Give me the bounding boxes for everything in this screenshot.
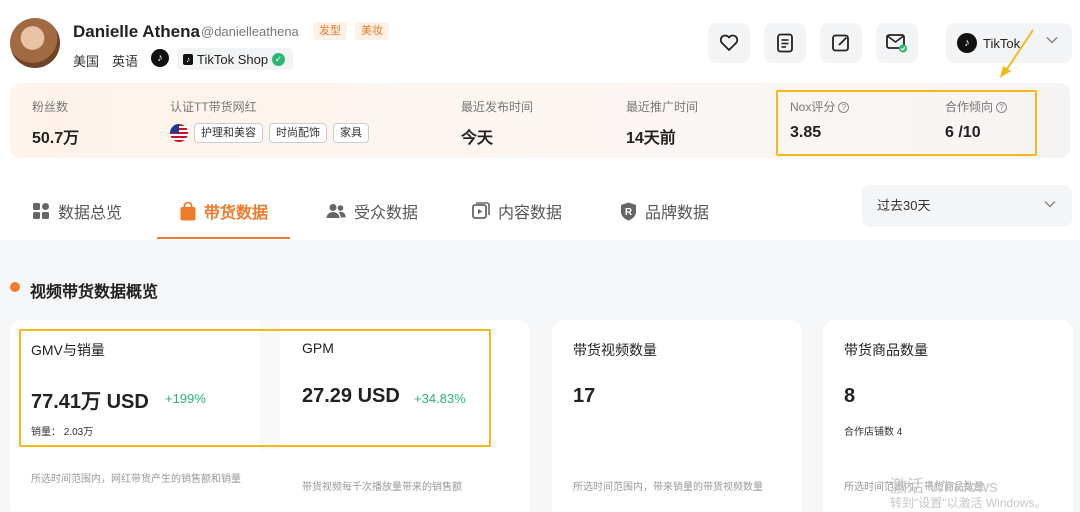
highlight-box bbox=[19, 329, 491, 447]
tab-sales[interactable]: 带货数据 bbox=[180, 182, 268, 240]
section-marker bbox=[10, 282, 20, 292]
tab-audience[interactable]: 受众数据 bbox=[326, 182, 418, 240]
annotation-arrow bbox=[1000, 29, 1034, 78]
tab-label: 数据总览 bbox=[58, 205, 123, 222]
videos-value: 17 bbox=[573, 385, 596, 407]
category-chip: 时尚配饰 bbox=[269, 123, 327, 143]
videos-description: 所选时间范围内，带来销量的带货视频数量 bbox=[573, 482, 763, 493]
svg-text:R: R bbox=[625, 207, 633, 218]
shop-label: TikTok Shop bbox=[197, 51, 269, 67]
document-icon bbox=[777, 33, 793, 53]
gmv-description: 所选时间范围内，网红带货产生的销售额和销量 bbox=[31, 474, 241, 485]
tag-hair: 发型 bbox=[313, 22, 347, 40]
videos-title: 带货视频数量 bbox=[573, 342, 657, 358]
category-chip: 护理和美容 bbox=[194, 123, 263, 143]
active-tab-indicator bbox=[157, 237, 290, 239]
last-promo-label: 最近推广时间 bbox=[626, 100, 699, 114]
gpm-description: 带货视频每千次播放量带来的销售额 bbox=[302, 482, 462, 493]
contact-button[interactable] bbox=[876, 23, 918, 63]
tab-brand[interactable]: R 品牌数据 bbox=[620, 182, 709, 240]
video-icon bbox=[472, 202, 490, 219]
grid-icon bbox=[33, 203, 49, 219]
users-icon bbox=[326, 204, 346, 218]
tiktok-icon[interactable]: ♪ bbox=[151, 49, 169, 67]
followers-label: 粉丝数 bbox=[32, 100, 69, 114]
report-button[interactable] bbox=[764, 23, 806, 63]
activation-watermark-sub: 转到"设置"以激活 Windows。 bbox=[890, 496, 1047, 510]
last-promo-value: 14天前 bbox=[626, 130, 676, 147]
country: 美国 bbox=[73, 54, 100, 69]
last-post-value: 今天 bbox=[461, 130, 494, 147]
tab-label: 带货数据 bbox=[204, 205, 269, 222]
tiktok-icon: ♪ bbox=[957, 33, 977, 53]
tab-label: 受众数据 bbox=[354, 205, 419, 222]
profile-handle: @danielleathena bbox=[201, 24, 299, 39]
tab-content[interactable]: 内容数据 bbox=[472, 182, 562, 240]
tab-label: 品牌数据 bbox=[645, 205, 710, 222]
partner-shops-count: 合作店铺数 4 bbox=[844, 427, 903, 438]
shopping-bag-icon bbox=[180, 201, 196, 220]
followers-value: 50.7万 bbox=[32, 130, 80, 147]
date-range-select[interactable]: 过去30天 bbox=[862, 185, 1072, 227]
tab-overview[interactable]: 数据总览 bbox=[32, 182, 122, 240]
tag-makeup: 美妆 bbox=[355, 22, 389, 40]
date-range-value: 过去30天 bbox=[877, 198, 931, 213]
favorite-button[interactable] bbox=[708, 23, 750, 63]
certified-label: 认证TT带货网红 bbox=[170, 100, 257, 114]
profile-name: Danielle Athena bbox=[73, 22, 200, 41]
products-title: 带货商品数量 bbox=[844, 342, 928, 358]
heart-icon bbox=[719, 34, 739, 51]
section-title: 视频带货数据概览 bbox=[30, 284, 159, 301]
verified-icon: ✓ bbox=[272, 52, 286, 66]
edit-icon bbox=[832, 34, 849, 52]
chevron-down-icon bbox=[1046, 36, 1058, 44]
language: 英语 bbox=[112, 54, 139, 69]
category-chip: 家具 bbox=[333, 123, 369, 143]
last-post-label: 最近发布时间 bbox=[461, 100, 534, 114]
mail-icon bbox=[886, 34, 907, 53]
avatar[interactable] bbox=[10, 18, 60, 68]
products-value: 8 bbox=[844, 385, 856, 407]
edit-button[interactable] bbox=[820, 23, 862, 63]
us-flag-icon bbox=[170, 124, 188, 142]
brand-icon: R bbox=[621, 202, 636, 220]
shop-bag-icon: ♪ bbox=[183, 53, 193, 65]
highlight-box bbox=[776, 90, 1037, 156]
tiktok-shop-badge: ♪ TikTok Shop ✓ bbox=[177, 48, 294, 70]
chevron-down-icon bbox=[1044, 200, 1056, 208]
tab-label: 内容数据 bbox=[498, 205, 563, 222]
